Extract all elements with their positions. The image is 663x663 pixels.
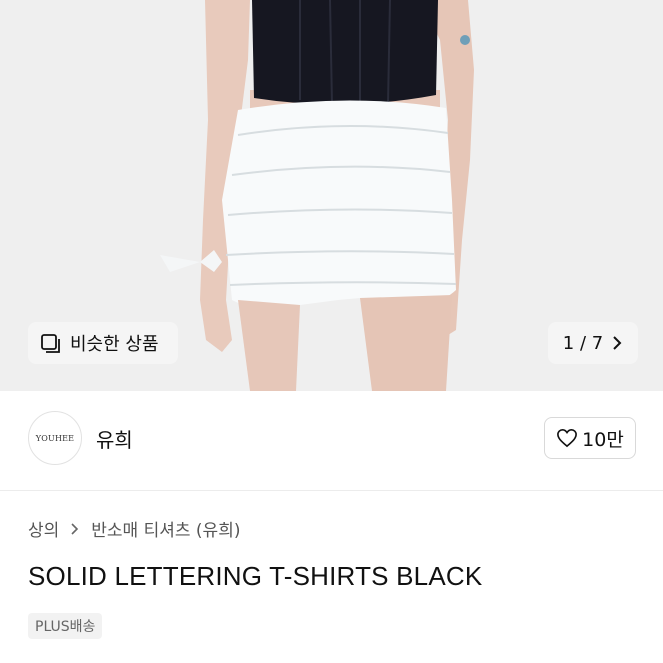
shipping-badge-label: PLUS배송 [35, 619, 96, 635]
product-image-gallery[interactable]: 비슷한 상품 1 / 7 [0, 0, 663, 391]
like-count: 10만 [582, 428, 624, 451]
seller-avatar-logo: YOUHEE [35, 433, 75, 443]
seller-row: YOUHEE 유희 10만 [0, 391, 663, 491]
shipping-badge: PLUS배송 [28, 613, 103, 639]
chevron-right-icon [71, 522, 79, 535]
similar-items-label: 비슷한 상품 [70, 334, 159, 355]
seller-avatar[interactable]: YOUHEE [28, 411, 82, 465]
heart-icon [557, 428, 578, 448]
similar-items-icon [41, 334, 60, 353]
like-button[interactable]: 10만 [544, 417, 636, 459]
section-divider [0, 490, 663, 491]
breadcrumb-subcategory[interactable]: 반소매 티셔츠 (유희) [91, 516, 240, 541]
image-counter: 1 / 7 [562, 332, 604, 354]
similar-items-button[interactable]: 비슷한 상품 [28, 322, 178, 364]
seller-name[interactable]: 유희 [96, 424, 133, 453]
breadcrumb: 상의 반소매 티셔츠 (유희) [28, 516, 240, 541]
product-title: SOLID LETTERING T-SHIRTS BLACK [28, 561, 483, 591]
chevron-right-icon [613, 336, 622, 350]
breadcrumb-category[interactable]: 상의 [28, 516, 59, 541]
image-counter-button[interactable]: 1 / 7 [548, 322, 638, 364]
